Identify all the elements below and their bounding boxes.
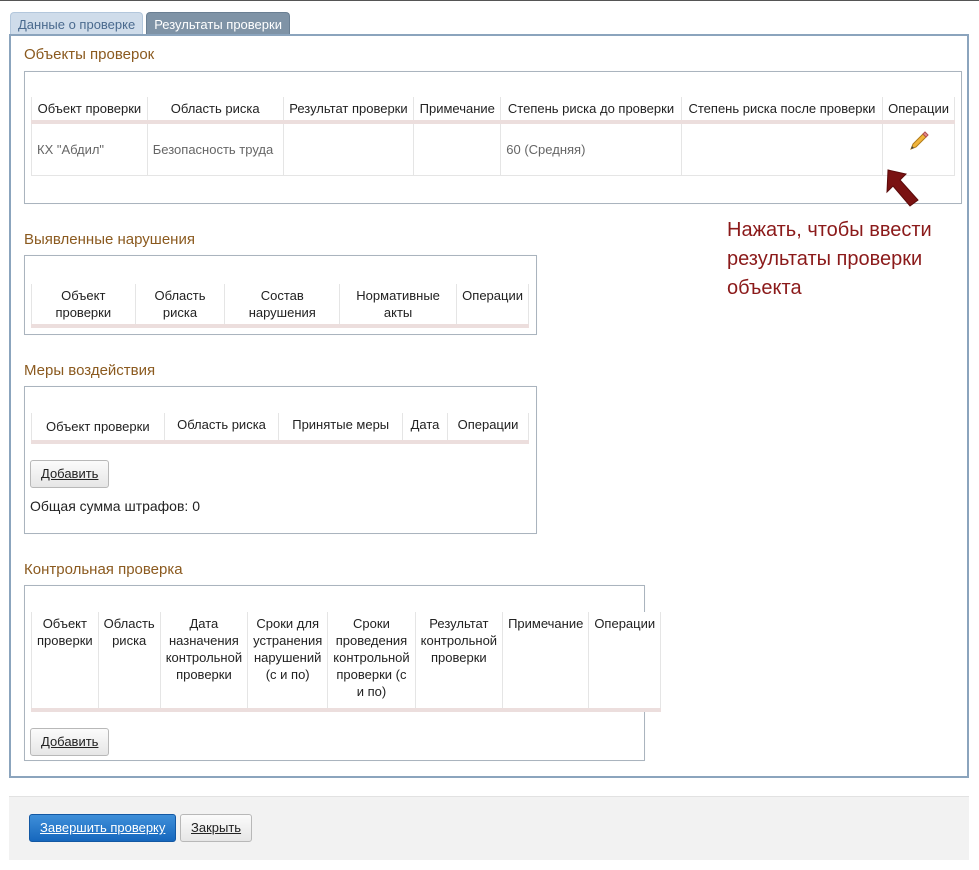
control-table: Объект проверки Область риска Дата назна… (31, 612, 662, 712)
column-header: Состав нарушения (224, 284, 340, 328)
table-header-row: Объект проверки Область риска Принятые м… (31, 413, 529, 444)
column-header: Результат проверки (282, 97, 414, 124)
column-header: Примечание (413, 97, 501, 124)
cell-risk-before: 60 (Средняя) (500, 122, 682, 176)
measures-section-title: Меры воздействия (24, 362, 156, 379)
column-header: Степень риска до проверки (500, 97, 682, 124)
table-header-row: Объект проверки Область риска Результат … (31, 97, 955, 124)
tab-inspection-results[interactable]: Результаты проверки (146, 12, 290, 34)
cell-note (413, 122, 501, 176)
total-fines-text: Общая сумма штрафов: 0 (30, 498, 200, 514)
column-header: Операции (588, 612, 662, 712)
column-header: Операции (882, 97, 955, 124)
arrow-up-icon (882, 166, 920, 211)
add-control-button[interactable]: Добавить (30, 728, 110, 756)
column-header: Нормативные акты (339, 284, 457, 328)
violations-table: Объект проверки Область риска Состав нар… (31, 284, 529, 328)
column-header: Область риска (97, 612, 161, 712)
column-header: Объект проверки (31, 413, 165, 444)
violations-section-title: Выявленные нарушения (24, 231, 195, 248)
column-header: Объект проверки (31, 97, 148, 124)
column-header: Операции (447, 413, 529, 444)
table-header-row: Объект проверки Область риска Дата назна… (31, 612, 662, 712)
table-header-row: Объект проверки Область риска Состав нар… (31, 284, 529, 328)
finish-inspection-button[interactable]: Завершить проверку (29, 814, 177, 842)
cell-object: КХ "Абдил" (31, 122, 148, 176)
column-header: Дата назначения контрольной проверки (159, 612, 248, 712)
top-border-line (0, 0, 979, 1)
cell-risk-after (680, 122, 883, 176)
add-measure-button[interactable]: Добавить (30, 460, 110, 488)
close-button[interactable]: Закрыть (180, 814, 253, 842)
cell-result (282, 122, 414, 176)
column-header: Степень риска после проверки (680, 97, 883, 124)
measures-table: Объект проверки Область риска Принятые м… (31, 413, 529, 444)
column-header: Объект проверки (31, 284, 136, 328)
tab-inspection-data[interactable]: Данные о проверке (10, 12, 144, 34)
table-row: КХ "Абдил" Безопасность труда 60 (Средня… (31, 122, 955, 176)
column-header: Область риска (163, 413, 279, 444)
column-header: Область риска (146, 97, 284, 124)
control-box: Объект проверки Область риска Дата назна… (24, 585, 662, 761)
pencil-icon[interactable] (908, 130, 930, 155)
column-header: Примечание (502, 612, 589, 712)
results-panel: Объекты проверок Объект проверки Область… (9, 34, 969, 778)
footer-bar: Завершить проверку Закрыть (9, 796, 969, 860)
objects-table: Объект проверки Область риска Результат … (31, 97, 955, 176)
column-header: Результат контрольной проверки (414, 612, 503, 712)
control-section-title: Контрольная проверка (24, 561, 183, 578)
cell-risk-area: Безопасность труда (146, 122, 284, 176)
column-header: Область риска (134, 284, 225, 328)
column-header: Дата (402, 413, 448, 444)
annotation-text: Нажать, чтобы ввести результаты проверки… (727, 219, 932, 299)
column-header: Операции (456, 284, 529, 328)
tab-bar: Данные о проверке Результаты проверки (10, 12, 290, 34)
measures-box: Объект проверки Область риска Принятые м… (24, 386, 537, 534)
objects-box: Объект проверки Область риска Результат … (24, 71, 962, 204)
column-header: Объект проверки (31, 612, 99, 712)
objects-section-title: Объекты проверок (24, 46, 155, 63)
column-header: Сроки проведения контрольной проверки (с… (327, 612, 416, 712)
violations-box: Объект проверки Область риска Состав нар… (24, 255, 537, 335)
column-header: Сроки для устранения нарушений (с и по) (247, 612, 328, 712)
column-header: Принятые меры (278, 413, 403, 444)
